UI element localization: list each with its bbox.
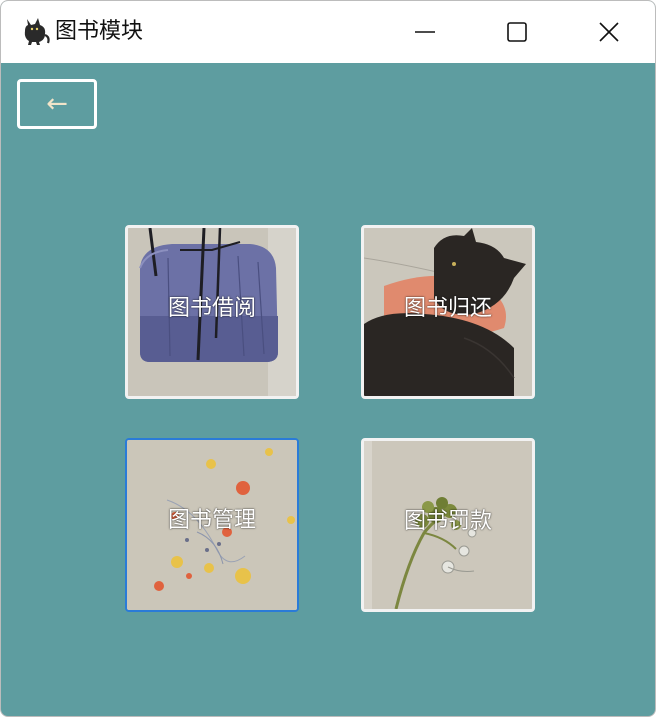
close-button[interactable] bbox=[563, 1, 655, 63]
minimize-button[interactable] bbox=[379, 1, 471, 63]
tile-book-fine[interactable]: 图书罚款 bbox=[361, 438, 535, 612]
back-button[interactable]: ← bbox=[17, 79, 97, 129]
maximize-icon bbox=[507, 22, 527, 42]
tile-label: 图书归还 bbox=[403, 296, 492, 321]
app-window: 图书模块 ← 图书借阅 图书归还 图书管理 图书罚款 bbox=[0, 0, 656, 717]
close-icon bbox=[599, 22, 619, 42]
window-title: 图书模块 bbox=[55, 19, 144, 44]
tile-book-return[interactable]: 图书归还 bbox=[361, 225, 535, 399]
tile-label: 图书借阅 bbox=[167, 296, 256, 321]
tile-book-management[interactable]: 图书管理 bbox=[125, 438, 299, 612]
maximize-button[interactable] bbox=[471, 1, 563, 63]
minimize-icon bbox=[415, 31, 435, 33]
black-cat-icon bbox=[24, 18, 50, 45]
title-bar[interactable]: 图书模块 bbox=[1, 1, 655, 63]
back-arrow-icon: ← bbox=[46, 89, 68, 119]
tile-label: 图书管理 bbox=[167, 508, 256, 533]
tile-label: 图书罚款 bbox=[403, 509, 492, 534]
tile-book-borrow[interactable]: 图书借阅 bbox=[125, 225, 299, 399]
